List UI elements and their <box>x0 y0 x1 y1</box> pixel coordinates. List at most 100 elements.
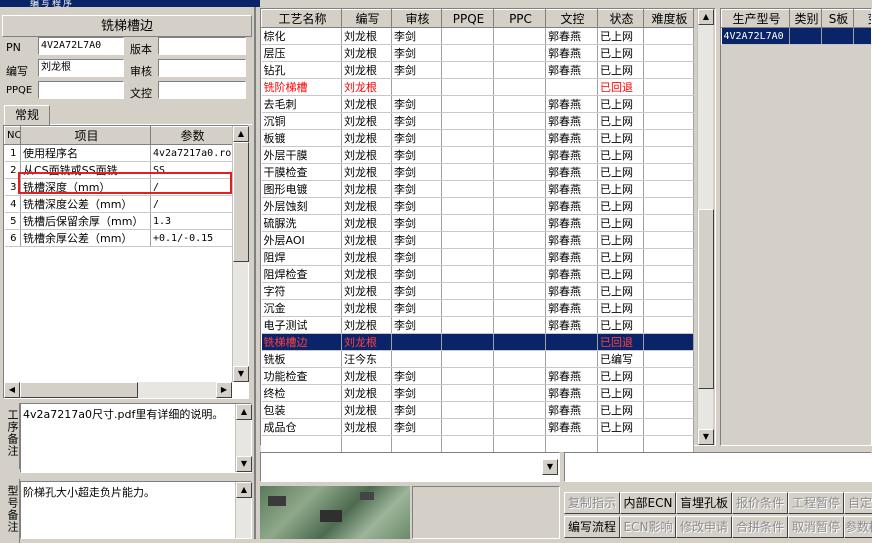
type-note-vscroll[interactable]: ▲ <box>235 482 251 538</box>
table-row[interactable]: 干膜检查刘龙根李剑郭春燕已上网 <box>262 164 694 181</box>
col-header-writer[interactable]: 编写 <box>342 10 392 28</box>
scroll-up-icon[interactable]: ▲ <box>698 9 714 25</box>
type-note-text[interactable]: 阶梯孔大小超走负片能力。 ▲ <box>20 481 252 539</box>
action-button-buttons_row2-1[interactable]: ECN影响 <box>620 516 676 538</box>
chevron-down-icon[interactable]: ▼ <box>542 459 558 475</box>
search-input[interactable] <box>564 452 872 482</box>
table-row[interactable]: 外层干膜刘龙根李剑郭春燕已上网 <box>262 147 694 164</box>
table-row[interactable]: 外层蚀刻刘龙根李剑郭春燕已上网 <box>262 198 694 215</box>
review-field[interactable] <box>158 59 246 77</box>
action-button-buttons_row1-4[interactable]: 工程暂停 <box>788 492 844 514</box>
action-button-buttons_row1-0[interactable]: 复制指示 <box>564 492 620 514</box>
table-row[interactable]: 钻孔刘龙根李剑郭春燕已上网 <box>262 62 694 79</box>
ppc-cell <box>494 266 546 283</box>
ppc-cell <box>494 317 546 334</box>
tab-general[interactable]: 常规 <box>4 105 50 125</box>
col-header-s-board[interactable]: S板 <box>822 10 854 28</box>
scroll-up-icon[interactable]: ▲ <box>236 404 252 420</box>
col-header-ppc[interactable]: PPC <box>494 10 546 28</box>
table-row[interactable]: 棕化刘龙根李剑郭春燕已上网 <box>262 28 694 45</box>
process-note-text[interactable]: 4v2a7217a0尺寸.pdf里有详细的说明。 ▲ ▼ <box>20 403 252 473</box>
table-row[interactable]: 铣板汪今东已编写 <box>262 351 694 368</box>
table-row[interactable]: 功能检查刘龙根李剑郭春燕已上网 <box>262 368 694 385</box>
process-note-vscroll[interactable]: ▲ ▼ <box>235 404 251 472</box>
table-row[interactable]: 沉铜刘龙根李剑郭春燕已上网 <box>262 113 694 130</box>
params-hscroll[interactable]: ◀ ▶ <box>4 382 232 398</box>
col-header-process-name[interactable]: 工艺名称 <box>262 10 342 28</box>
table-row[interactable]: 成品仓刘龙根李剑郭春燕已上网 <box>262 419 694 436</box>
scroll-left-icon[interactable]: ◀ <box>4 382 20 398</box>
table-row[interactable]: 终检刘龙根李剑郭春燕已上网 <box>262 385 694 402</box>
process-name-cell: 功能检查 <box>262 368 342 385</box>
table-row[interactable]: 沉金刘龙根李剑郭春燕已上网 <box>262 300 694 317</box>
action-button-buttons_row2-3[interactable]: 合拼条件 <box>732 516 788 538</box>
col-header-doc-control[interactable]: 文控 <box>546 10 598 28</box>
scroll-up-icon[interactable]: ▲ <box>233 126 249 142</box>
ppqe-cell <box>442 79 494 96</box>
action-button-buttons_row1-5[interactable]: 自定义 <box>844 492 872 514</box>
review-cell <box>392 79 442 96</box>
scroll-thumb[interactable] <box>233 142 249 262</box>
process-vscroll[interactable]: ▲ ▼ <box>697 9 713 445</box>
table-row[interactable]: 铣阶梯槽刘龙根已回退 <box>262 79 694 96</box>
difficulty-cell <box>644 385 694 402</box>
ppqe-field[interactable] <box>38 81 124 99</box>
scroll-thumb[interactable] <box>698 209 714 389</box>
action-button-buttons_row1-2[interactable]: 盲埋孔板 <box>676 492 732 514</box>
process-name-cell: 去毛刺 <box>262 96 342 113</box>
writer-field[interactable]: 刘龙根 <box>38 59 124 77</box>
table-row[interactable]: 去毛刺刘龙根李剑郭春燕已上网 <box>262 96 694 113</box>
action-button-buttons_row2-0[interactable]: 编写流程 <box>564 516 620 538</box>
col-header-model[interactable]: 生产型号 <box>722 10 790 28</box>
action-button-buttons_row1-1[interactable]: 内部ECN <box>620 492 676 514</box>
scroll-up-icon[interactable]: ▲ <box>236 482 252 498</box>
action-button-buttons_row2-5[interactable]: 参数模板 <box>844 516 872 538</box>
scroll-down-icon[interactable]: ▼ <box>233 366 249 382</box>
scroll-down-icon[interactable]: ▼ <box>698 429 714 445</box>
table-row[interactable]: 阻焊检查刘龙根李剑郭春燕已上网 <box>262 266 694 283</box>
difficulty-cell <box>644 198 694 215</box>
action-button-buttons_row1-3[interactable]: 报价条件 <box>732 492 788 514</box>
table-row[interactable]: 板镀刘龙根李剑郭春燕已上网 <box>262 130 694 147</box>
params-vscroll[interactable]: ▲ ▼ <box>232 126 248 382</box>
ppc-cell <box>494 368 546 385</box>
table-row[interactable]: 1使用程序名4v2a7217a0.ro <box>5 145 233 162</box>
table-row[interactable]: 4V2A72L7A0 <box>722 28 872 45</box>
action-button-buttons_row2-2[interactable]: 修改申请 <box>676 516 732 538</box>
table-row[interactable]: 包装刘龙根李剑郭春燕已上网 <box>262 402 694 419</box>
process-combo[interactable]: ▼ <box>260 452 560 482</box>
table-row[interactable]: 硫脲洗刘龙根李剑郭春燕已上网 <box>262 215 694 232</box>
table-row[interactable]: 外层AOI刘龙根李剑郭春燕已上网 <box>262 232 694 249</box>
review-cell: 李剑 <box>392 96 442 113</box>
col-header-change[interactable]: 变 <box>854 10 872 28</box>
col-header-difficulty[interactable]: 难度板 <box>644 10 694 28</box>
col-header-review[interactable]: 审核 <box>392 10 442 28</box>
doc-control-cell: 郭春燕 <box>546 385 598 402</box>
ppqe-cell <box>442 300 494 317</box>
hscroll-thumb[interactable] <box>20 382 138 398</box>
table-row[interactable]: 4铣槽深度公差（mm）/ <box>5 196 233 213</box>
table-row[interactable]: 电子测试刘龙根李剑郭春燕已上网 <box>262 317 694 334</box>
col-header-item[interactable]: 项目 <box>21 127 151 145</box>
difficulty-cell <box>644 45 694 62</box>
version-field[interactable] <box>158 37 246 55</box>
table-row[interactable]: 阻焊刘龙根李剑郭春燕已上网 <box>262 249 694 266</box>
empty-cell <box>598 436 644 453</box>
action-button-buttons_row2-4[interactable]: 取消暂停 <box>788 516 844 538</box>
table-row[interactable]: 5铣槽后保留余厚（mm）1.3 <box>5 213 233 230</box>
scroll-down-icon[interactable]: ▼ <box>236 456 252 472</box>
scroll-right-icon[interactable]: ▶ <box>216 382 232 398</box>
doc-control-field[interactable] <box>158 81 246 99</box>
table-row[interactable]: 层压刘龙根李剑郭春燕已上网 <box>262 45 694 62</box>
param-no-cell: 5 <box>5 213 21 230</box>
col-header-param[interactable]: 参数 <box>151 127 233 145</box>
col-header-status[interactable]: 状态 <box>598 10 644 28</box>
table-row[interactable]: 字符刘龙根李剑郭春燕已上网 <box>262 283 694 300</box>
table-row[interactable]: 6铣槽余厚公差（mm）+0.1/-0.15 <box>5 230 233 247</box>
col-header-ppqe[interactable]: PPQE <box>442 10 494 28</box>
col-header-type[interactable]: 类别 <box>790 10 822 28</box>
col-header-no[interactable]: NO <box>5 127 21 145</box>
pn-field[interactable]: 4V2A72L7A0 <box>38 37 124 55</box>
table-row[interactable]: 铣梯槽边刘龙根已回退 <box>262 334 694 351</box>
table-row[interactable]: 图形电镀刘龙根李剑郭春燕已上网 <box>262 181 694 198</box>
